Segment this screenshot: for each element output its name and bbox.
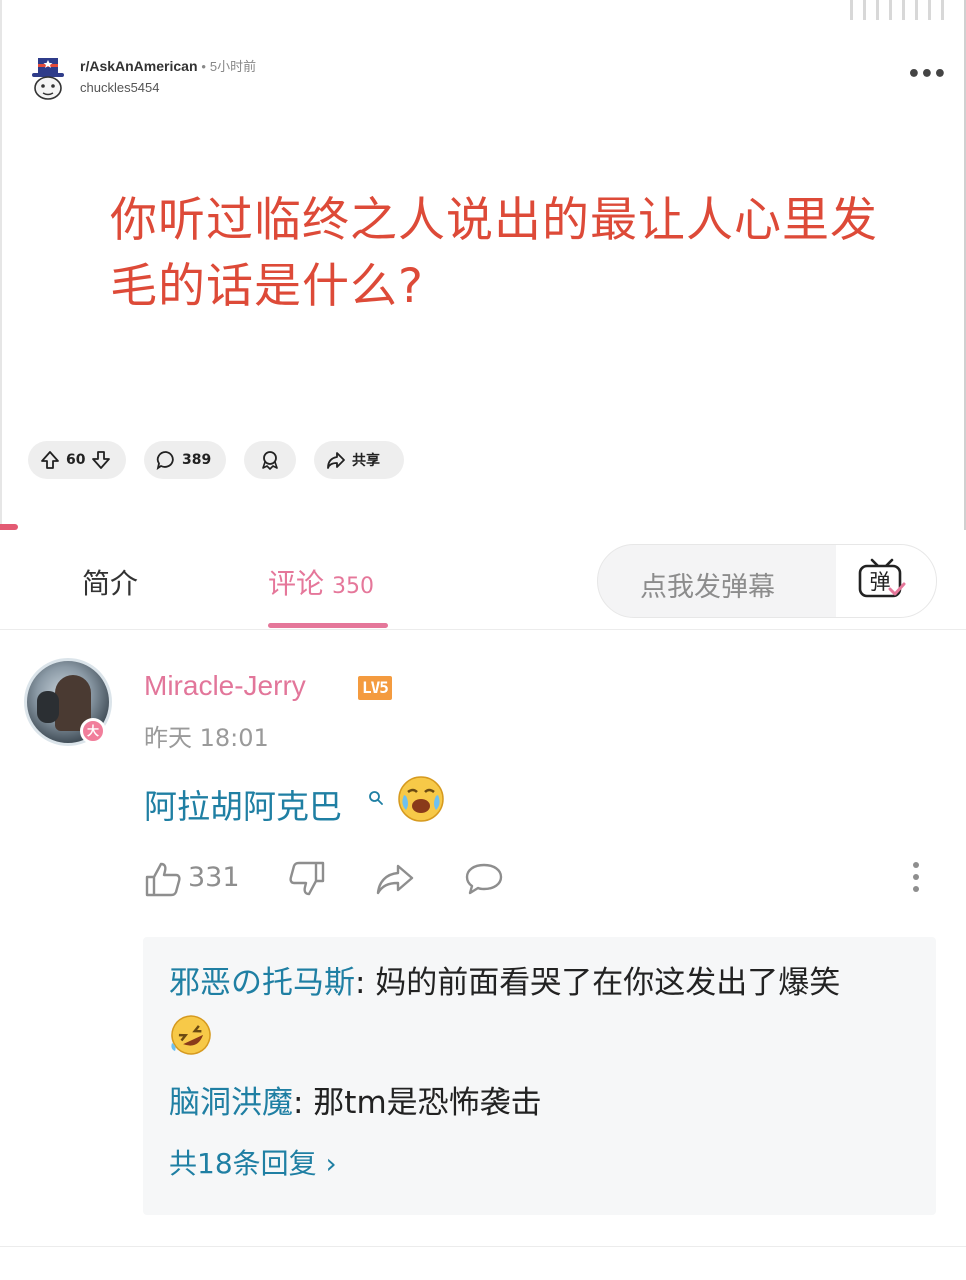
- more-options-icon[interactable]: •••: [907, 62, 947, 87]
- rofl-emoji-icon: [171, 1015, 211, 1055]
- edge-marker: [0, 524, 18, 530]
- reply-username[interactable]: 脑洞洪魔: [169, 1085, 293, 1121]
- comments-button[interactable]: 389: [144, 441, 226, 479]
- comment-text[interactable]: 阿拉胡阿克巴: [144, 780, 342, 828]
- comment-time: 昨天 18:01: [144, 724, 269, 752]
- reddit-post-screenshot: r/AskAnAmerican • 5小时前 chuckles5454 ••• …: [0, 0, 966, 530]
- comment-bubble-icon: [156, 451, 174, 470]
- reply-username[interactable]: 邪恶の托马斯: [169, 965, 355, 1001]
- award-icon: [262, 451, 278, 470]
- danmaku-placeholder: 点我发弹幕: [640, 572, 775, 603]
- post-actions: 60 389 共享: [28, 441, 404, 479]
- comment-item: 大 Miracle-Jerry LV5 昨天 18:01 阿拉胡阿克巴 331 …: [0, 630, 966, 1250]
- video-tabs: 简介 评论 350 点我发弹幕 弹: [0, 532, 966, 630]
- divider: [0, 1246, 966, 1247]
- post-header: r/AskAnAmerican • 5小时前 chuckles5454: [28, 56, 256, 102]
- comment-actions: 331: [144, 860, 934, 900]
- thumbs-down-icon[interactable]: [288, 860, 326, 898]
- like-count: 331: [188, 862, 240, 893]
- post-author[interactable]: chuckles5454: [80, 80, 256, 95]
- active-tab-indicator: [268, 623, 388, 628]
- share-button[interactable]: 共享: [314, 441, 404, 479]
- award-button[interactable]: [244, 441, 296, 479]
- search-icon[interactable]: [368, 790, 384, 806]
- share-arrow-icon: [327, 452, 345, 469]
- danmaku-button-text: 弹: [870, 570, 891, 594]
- status-bar-remnant: [754, 0, 944, 22]
- subreddit-name[interactable]: r/AskAnAmerican: [80, 58, 198, 74]
- comment-count: 389: [182, 452, 212, 468]
- danmaku-input[interactable]: 点我发弹幕 弹: [597, 544, 937, 618]
- more-vertical-icon[interactable]: [912, 860, 920, 894]
- view-all-replies-link[interactable]: 共18条回复 ›: [169, 1142, 337, 1182]
- tab-comments[interactable]: 评论 350: [268, 562, 374, 602]
- share-label: 共享: [352, 453, 380, 469]
- tab-comments-label: 评论: [268, 567, 325, 600]
- reply-item: 脑洞洪魔: 那tm是恐怖袭击: [169, 1077, 919, 1129]
- crying-emoji-icon: [398, 776, 444, 822]
- danmaku-toggle-button[interactable]: 弹: [836, 545, 936, 617]
- share-icon[interactable]: [374, 862, 416, 896]
- upvote-icon[interactable]: [40, 450, 60, 470]
- post-title: 你听过临终之人说出的最让人心里发毛的话是什么?: [110, 193, 878, 314]
- vote-count: 60: [66, 452, 86, 468]
- downvote-icon[interactable]: [91, 450, 111, 470]
- reply-text: : 那tm是恐怖袭击: [293, 1085, 542, 1121]
- reply-text: : 妈的前面看哭了在你这发出了爆笑: [355, 965, 841, 1001]
- tab-comments-count: 350: [332, 574, 375, 599]
- meta-separator: •: [201, 59, 206, 74]
- post-time: 5小时前: [209, 59, 257, 74]
- reply-bubble-icon[interactable]: [464, 862, 504, 896]
- vote-pill: 60: [28, 441, 126, 479]
- reply-preview-box[interactable]: 邪恶の托马斯: 妈的前面看哭了在你这发出了爆笑 脑洞洪魔: 那tm是恐怖袭击 共…: [143, 937, 936, 1215]
- thumbs-up-icon[interactable]: [144, 860, 182, 898]
- comment-username[interactable]: Miracle-Jerry: [144, 670, 306, 702]
- level-badge: LV5: [358, 676, 392, 700]
- tab-intro[interactable]: 简介: [82, 562, 138, 602]
- vip-badge: 大: [80, 718, 106, 744]
- reply-item: 邪恶の托马斯: 妈的前面看哭了在你这发出了爆笑: [169, 957, 919, 1009]
- danmaku-tv-icon: 弹: [858, 558, 906, 598]
- uncle-sam-avatar-icon[interactable]: [28, 56, 68, 102]
